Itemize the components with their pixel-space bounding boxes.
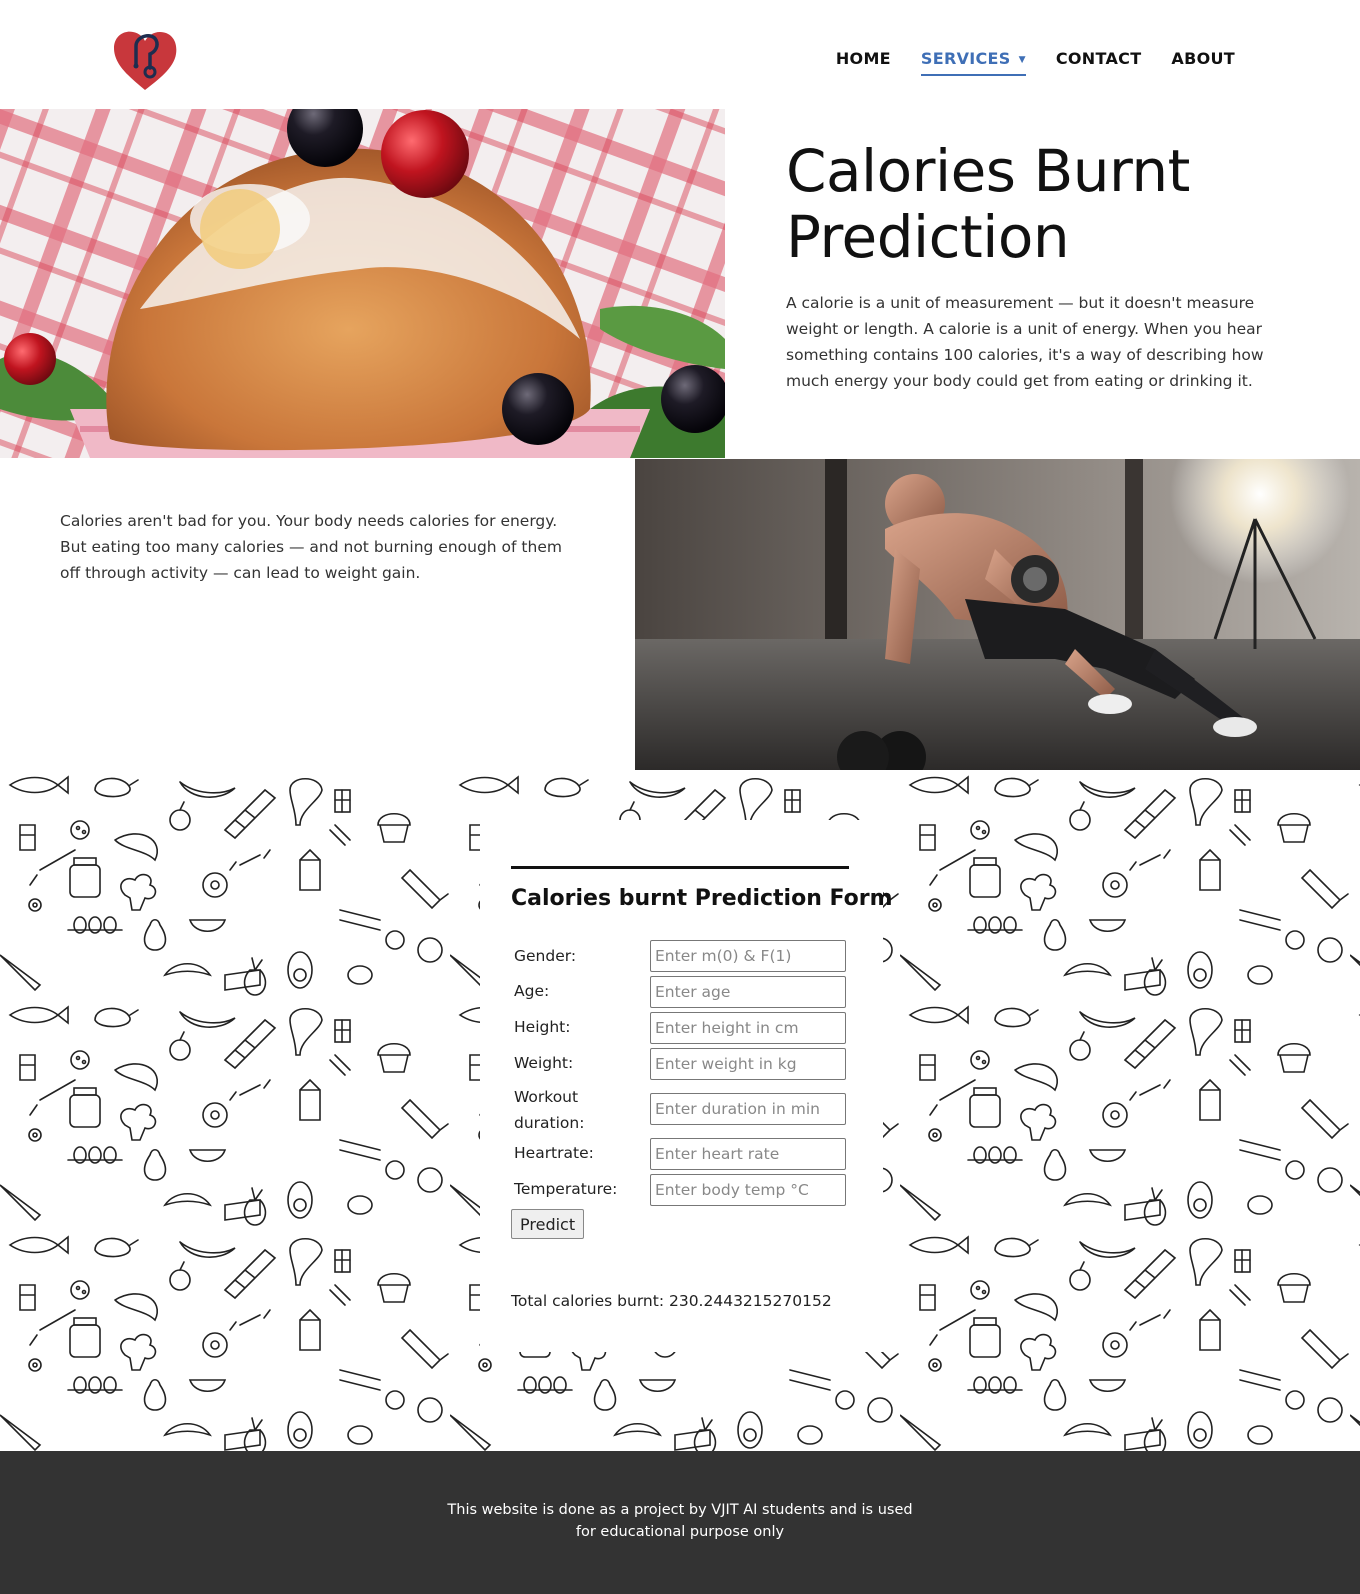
gender-input[interactable] — [650, 940, 846, 972]
cupcake-hero-image — [0, 109, 725, 458]
prediction-result: Total calories burnt: 230.2443215270152 — [511, 1292, 832, 1310]
main-nav: HOME SERVICES ▼ CONTACT ABOUT — [821, 48, 1250, 78]
nav-services[interactable]: SERVICES ▼ — [906, 48, 1041, 78]
weight-row: Weight: — [511, 1048, 851, 1080]
heartrate-row: Heartrate: — [511, 1138, 851, 1170]
page-title: Calories Burnt Prediction — [786, 137, 1190, 271]
nav-about-label: ABOUT — [1171, 49, 1235, 68]
height-row: Height: — [511, 1012, 851, 1044]
height-label: Height: — [514, 1018, 571, 1036]
temperature-input[interactable] — [650, 1174, 846, 1206]
site-header: HOME SERVICES ▼ CONTACT ABOUT — [0, 0, 1360, 109]
duration-label-line1: Workout — [514, 1088, 579, 1106]
nav-services-text: SERVICES — [920, 49, 1011, 68]
nav-about[interactable]: ABOUT — [1156, 48, 1250, 78]
gender-row: Gender: — [511, 940, 851, 972]
duration-label-line2: duration: — [514, 1114, 585, 1132]
age-label: Age: — [514, 982, 550, 1000]
heartrate-label: Heartrate: — [514, 1144, 594, 1162]
footer-text: This website is done as a project by VJI… — [430, 1499, 930, 1543]
footer-line-1: This website is done as a project by VJI… — [447, 1502, 913, 1518]
footer-line-2: for educational purpose only — [575, 1524, 785, 1540]
predict-button[interactable]: Predict — [511, 1209, 585, 1239]
form-title: Calories burnt Prediction Form — [511, 886, 893, 911]
intro-paragraph: A calorie is a unit of measurement — but… — [786, 294, 1264, 390]
nav-contact[interactable]: CONTACT — [1041, 48, 1157, 78]
nav-contact-label: CONTACT — [1055, 49, 1142, 68]
weight-label: Weight: — [514, 1054, 574, 1072]
temperature-row: Temperature: — [511, 1174, 851, 1206]
duration-row: Workout duration: — [511, 1084, 851, 1136]
gender-label: Gender: — [514, 947, 577, 965]
age-input[interactable] — [650, 976, 846, 1008]
form-divider — [511, 866, 849, 869]
heart-stethoscope-logo-icon[interactable] — [110, 24, 180, 94]
age-row: Age: — [511, 976, 851, 1008]
workout-photo — [635, 459, 1360, 770]
nav-services-label: SERVICES ▼ — [920, 49, 1026, 76]
site-footer: This website is done as a project by VJI… — [0, 1451, 1360, 1594]
duration-input[interactable] — [650, 1093, 846, 1125]
temperature-label: Temperature: — [514, 1180, 618, 1198]
height-input[interactable] — [650, 1012, 846, 1044]
nav-home[interactable]: HOME — [821, 48, 906, 78]
heartrate-input[interactable] — [650, 1138, 846, 1170]
weight-input[interactable] — [650, 1048, 846, 1080]
calories-info-paragraph: Calories aren't bad for you. Your body n… — [60, 512, 562, 582]
chevron-down-icon: ▼ — [1018, 55, 1026, 65]
nav-home-label: HOME — [835, 49, 891, 68]
